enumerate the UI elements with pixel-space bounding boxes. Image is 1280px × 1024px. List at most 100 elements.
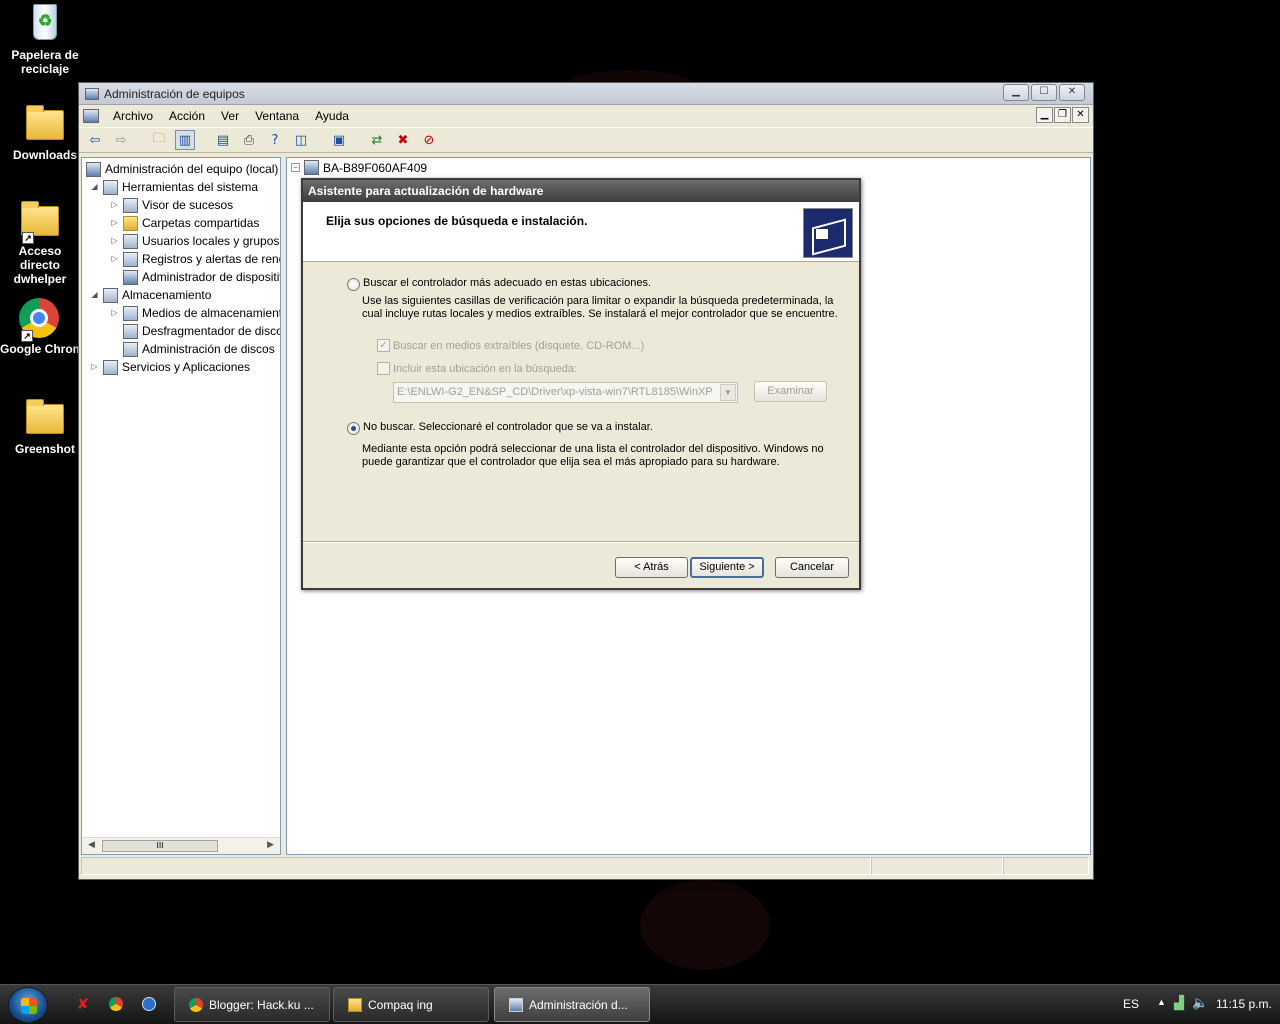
desktop-icon-dwhelper[interactable]: ↗ Acceso directo dwhelper xyxy=(0,200,80,286)
computer-management-icon xyxy=(509,997,523,1012)
taskbar-item-computer-management[interactable]: Administración d... xyxy=(494,987,650,1022)
desktop-icon-chrome[interactable]: ↗ Google Chrome xyxy=(0,298,78,356)
wizard-titlebar[interactable]: Asistente para actualización de hardware xyxy=(303,180,859,202)
expand-icon[interactable]: ▷ xyxy=(90,362,99,372)
menu-ayuda[interactable]: Ayuda xyxy=(307,107,357,125)
chrome-icon[interactable] xyxy=(107,995,125,1013)
language-indicator[interactable]: ES xyxy=(1123,997,1139,1011)
up-folder-icon[interactable]: 🗀 xyxy=(149,130,169,150)
browse-button[interactable]: Examinar xyxy=(754,381,827,402)
show-hide-action-pane-icon[interactable]: ◫ xyxy=(291,130,311,150)
expand-icon[interactable]: ▷ xyxy=(110,218,119,228)
collapse-icon[interactable]: − xyxy=(291,163,300,172)
search-option-description: cual incluye rutas locales y medios extr… xyxy=(362,308,838,320)
clock[interactable]: 11:15 p.m. xyxy=(1216,997,1272,1011)
desktop-icon-label: Acceso directo dwhelper xyxy=(13,244,67,286)
show-hidden-icons-icon[interactable]: ▲ xyxy=(1157,997,1166,1007)
back-arrow-icon[interactable]: ⇦ xyxy=(85,130,105,150)
tree-item-performance-logs[interactable]: ▷ Registros y alertas de rendimiento xyxy=(110,250,280,268)
next-button[interactable]: Siguiente > xyxy=(690,557,764,578)
tree-item-storage[interactable]: ◢ Almacenamiento xyxy=(90,286,211,304)
recycle-bin-icon: ♻ xyxy=(25,4,65,44)
media-player-icon[interactable] xyxy=(140,995,158,1013)
tree-item-label: Administración del equipo (local) xyxy=(105,162,279,176)
search-option-radio[interactable] xyxy=(347,278,360,291)
mdi-minimize-button[interactable]: ▁ xyxy=(1036,107,1053,123)
search-option-label[interactable]: Buscar el controlador más adecuado en es… xyxy=(363,277,651,289)
menu-accion[interactable]: Acción xyxy=(161,107,213,125)
disable-device-icon[interactable]: ⊘ xyxy=(419,130,439,150)
menu-ventana[interactable]: Ventana xyxy=(247,107,307,125)
scroll-right-icon[interactable]: ▶ xyxy=(267,840,274,850)
taskbar-item-compaq[interactable]: Compaq ing xyxy=(333,987,489,1022)
cancel-button[interactable]: Cancelar xyxy=(775,557,849,578)
tree-item-label: Usuarios locales y grupos xyxy=(142,234,280,248)
volume-icon[interactable]: 🔈 xyxy=(1192,995,1208,1011)
tree-item-label: Medios de almacenamiento extraíbles xyxy=(142,306,280,320)
tree-item-services-apps[interactable]: ▷ Servicios y Aplicaciones xyxy=(90,358,250,376)
properties-icon[interactable]: ▤ xyxy=(213,130,233,150)
tree-item-disk-management[interactable]: Administración de discos xyxy=(123,340,275,358)
include-location-checkbox[interactable] xyxy=(377,362,390,375)
folder-shortcut-icon: ↗ xyxy=(20,200,60,244)
expand-icon[interactable]: ▷ xyxy=(110,254,119,264)
tree-item-shared-folders[interactable]: ▷ Carpetas compartidas xyxy=(110,214,259,232)
help-icon[interactable]: ? xyxy=(265,130,285,150)
tree-horizontal-scrollbar[interactable]: ◀ III ▶ xyxy=(82,837,280,854)
computer-management-icon xyxy=(85,87,99,100)
mdi-document-icon[interactable] xyxy=(83,109,99,123)
collapse-icon[interactable]: ◢ xyxy=(90,182,99,192)
mdi-close-button[interactable]: ✕ xyxy=(1072,107,1089,123)
tree-item-defragmenter[interactable]: Desfragmentador de disco xyxy=(123,322,280,340)
back-button[interactable]: < Atrás xyxy=(615,557,688,578)
tree-item-event-viewer[interactable]: ▷ Visor de sucesos xyxy=(110,196,233,214)
scroll-left-icon[interactable]: ◀ xyxy=(88,840,95,850)
scroll-thumb[interactable]: III xyxy=(102,840,218,852)
menu-ver[interactable]: Ver xyxy=(213,107,247,125)
show-hide-tree-icon[interactable]: ▥ xyxy=(175,130,195,150)
tree-item-local-users[interactable]: ▷ Usuarios locales y grupos xyxy=(110,232,279,250)
desktop-icon-greenshot[interactable]: Greenshot xyxy=(0,398,90,456)
menu-archivo[interactable]: Archivo xyxy=(105,107,161,125)
device-tree-root[interactable]: − BA-B89F060AF409 xyxy=(291,160,427,175)
device-manager-icon xyxy=(123,269,138,285)
shared-folder-icon xyxy=(123,215,138,231)
expand-icon[interactable]: ▷ xyxy=(110,308,119,318)
no-search-option-radio[interactable] xyxy=(347,422,360,435)
computer-icon xyxy=(304,160,319,175)
desktop-icon-recycle-bin[interactable]: ♻ Papelera de reciclaje xyxy=(0,4,90,76)
scan-hardware-icon[interactable]: ▣ xyxy=(329,130,349,150)
collapse-icon[interactable]: ◢ xyxy=(90,290,99,300)
mdi-restore-button[interactable]: ❐ xyxy=(1054,107,1071,123)
no-search-option-label[interactable]: No buscar. Seleccionaré el controlador q… xyxy=(363,421,653,433)
taskbar-item-blogger[interactable]: Blogger: Hack.ku ... xyxy=(174,987,330,1022)
uninstall-icon[interactable]: ✖ xyxy=(393,130,413,150)
network-icon[interactable]: ▟ xyxy=(1174,995,1184,1011)
x-app-icon[interactable]: ✘ xyxy=(74,995,92,1013)
tree-item-device-manager[interactable]: Administrador de dispositivos xyxy=(123,268,280,286)
tree-item-label: Administrador de dispositivos xyxy=(142,270,280,284)
forward-arrow-icon[interactable]: ⇨ xyxy=(111,130,131,150)
chevron-down-icon[interactable]: ▼ xyxy=(720,384,736,401)
tree-item-system-tools[interactable]: ◢ Herramientas del sistema xyxy=(90,178,258,196)
expand-icon[interactable]: ▷ xyxy=(110,200,119,210)
location-path-value: E:\ENLWI-G2_EN&SP_CD\Driver\xp-vista-win… xyxy=(397,386,713,398)
update-driver-icon[interactable]: ⇄ xyxy=(367,130,387,150)
tree-item-root[interactable]: Administración del equipo (local) xyxy=(86,160,278,178)
no-search-option-description: Mediante esta opción podrá seleccionar d… xyxy=(362,443,824,455)
expand-icon[interactable]: ▷ xyxy=(110,236,119,246)
search-option-description: Use las siguientes casillas de verificac… xyxy=(362,295,834,307)
defragmenter-icon xyxy=(123,323,138,339)
tree-item-removable-storage[interactable]: ▷ Medios de almacenamiento extraíbles xyxy=(110,304,280,322)
maximize-button[interactable]: ☐ xyxy=(1031,84,1057,101)
folder-icon xyxy=(25,104,65,144)
close-button[interactable]: ✕ xyxy=(1059,84,1085,101)
print-icon[interactable]: ⎙ xyxy=(239,130,259,150)
minimize-button[interactable]: ▁ xyxy=(1003,84,1029,101)
removable-media-checkbox[interactable]: ✓ xyxy=(377,339,390,352)
start-button[interactable] xyxy=(8,987,48,1023)
taskbar-item-label: Compaq ing xyxy=(368,997,433,1012)
window-titlebar[interactable]: Administración de equipos ▁ ☐ ✕ xyxy=(79,83,1093,105)
desktop-icon-downloads[interactable]: Downloads xyxy=(0,104,90,162)
location-path-combobox[interactable]: E:\ENLWI-G2_EN&SP_CD\Driver\xp-vista-win… xyxy=(393,382,738,403)
